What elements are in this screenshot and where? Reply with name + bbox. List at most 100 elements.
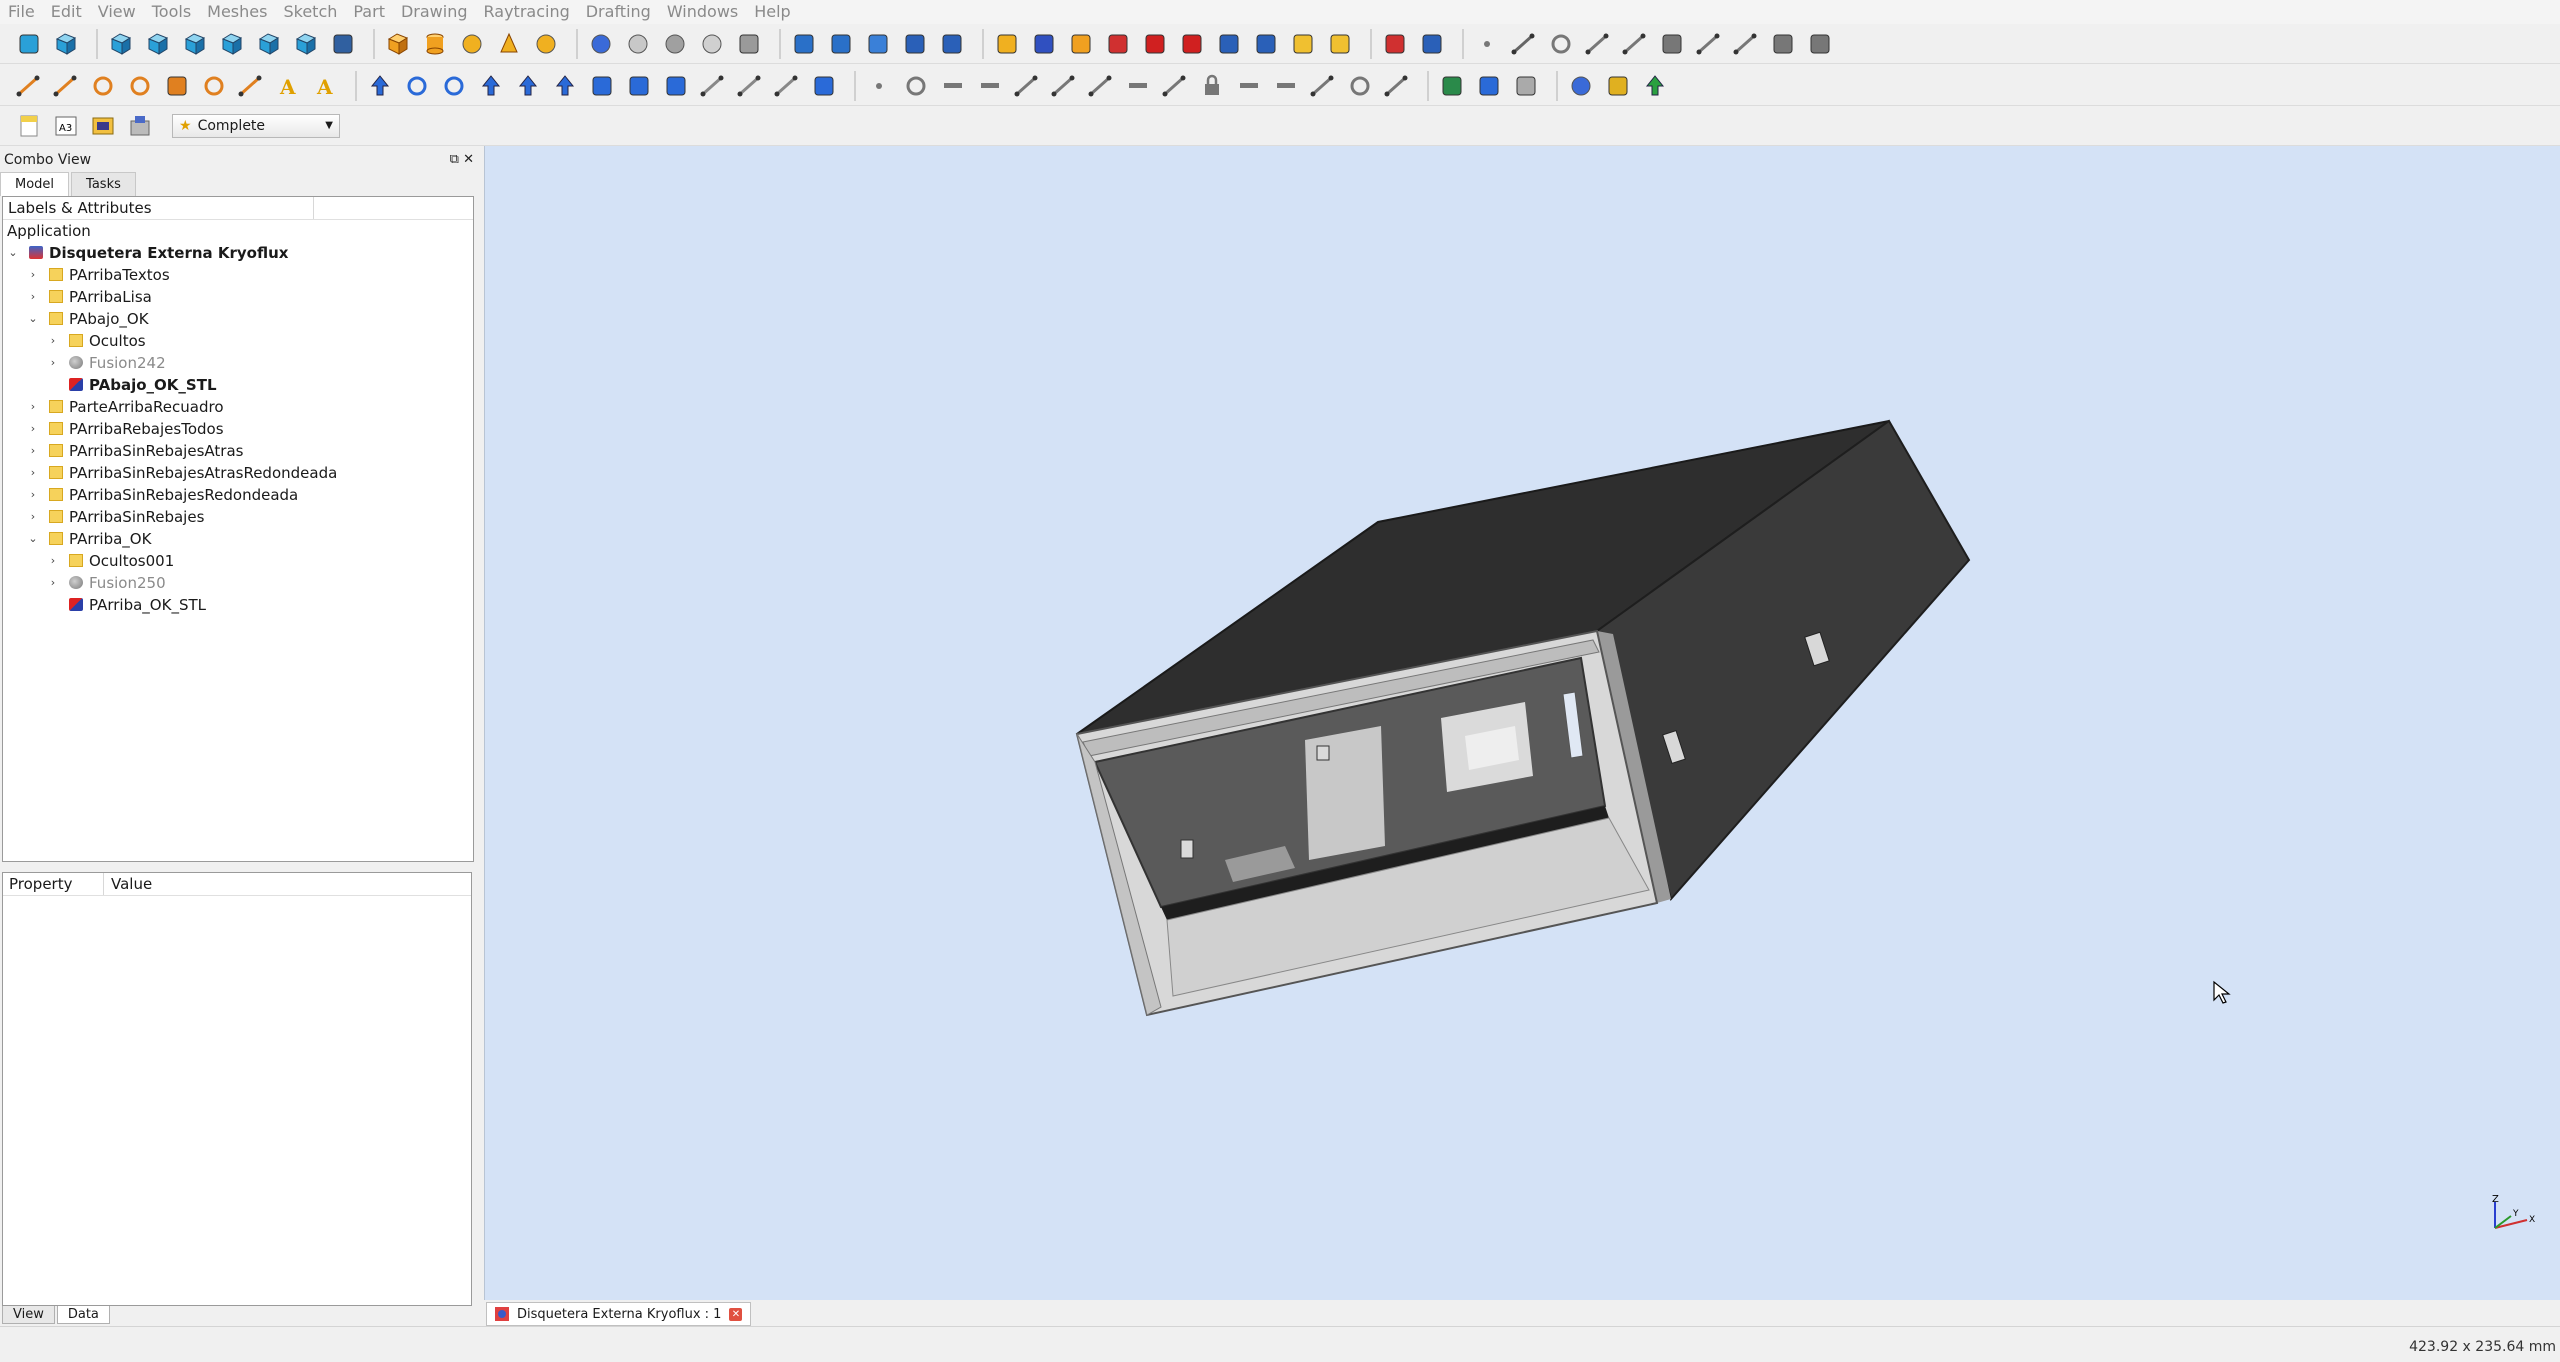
raytracing-povray-icon[interactable] — [1437, 71, 1467, 101]
draft-rectangle-icon[interactable] — [1657, 29, 1687, 59]
sketch-rectangle-icon[interactable] — [162, 71, 192, 101]
fillet-icon[interactable] — [900, 29, 930, 59]
constraint-parallel-icon[interactable] — [1012, 71, 1042, 101]
axonometric-view-icon[interactable] — [51, 29, 81, 59]
extrude-icon[interactable] — [789, 29, 819, 59]
constraint-distance-x-icon[interactable] — [1234, 71, 1264, 101]
mesh-from-shape-icon[interactable] — [992, 29, 1022, 59]
shape-builder-icon[interactable] — [734, 29, 764, 59]
draft-offset-icon[interactable] — [439, 71, 469, 101]
sketch-polyline-icon[interactable] — [51, 71, 81, 101]
draft-downgrade-icon[interactable] — [550, 71, 580, 101]
3d-viewport[interactable]: Z Y X — [484, 146, 2560, 1300]
tree-item[interactable]: › PArribaRebajesTodos — [3, 418, 473, 440]
menu-drawing[interactable]: Drawing — [393, 0, 476, 24]
draft-move-icon[interactable] — [365, 71, 395, 101]
tree-item[interactable]: › Fusion250 — [3, 572, 473, 594]
constraint-tangent-icon[interactable] — [901, 71, 931, 101]
part-cylinder-icon[interactable] — [420, 29, 450, 59]
cut-icon[interactable] — [623, 29, 653, 59]
draft-shape2d-icon[interactable] — [1805, 29, 1835, 59]
chevron-right-icon[interactable]: › — [47, 572, 59, 594]
chamfer-icon[interactable] — [937, 29, 967, 59]
fuse-icon[interactable] — [660, 29, 690, 59]
float-icon[interactable]: ⧉ — [450, 152, 459, 167]
chevron-right-icon[interactable]: › — [27, 264, 39, 286]
menu-meshes[interactable]: Meshes — [199, 0, 275, 24]
tree-item[interactable]: › Fusion242 — [3, 352, 473, 374]
draft-scale-icon[interactable] — [1768, 29, 1798, 59]
tab-data[interactable]: Data — [56, 1306, 110, 1324]
tree-item[interactable]: › Ocultos001 — [3, 550, 473, 572]
tree-item[interactable]: › PArribaSinRebajesAtras — [3, 440, 473, 462]
tree-item[interactable]: PArriba_OK_STL — [3, 594, 473, 616]
fit-all-icon[interactable] — [14, 29, 44, 59]
chevron-right-icon[interactable]: › — [27, 418, 39, 440]
constraint-horizontal-icon[interactable] — [975, 71, 1005, 101]
tree-item[interactable]: ⌄ PAbajo_OK — [3, 308, 473, 330]
constraint-distance-y-icon[interactable] — [1271, 71, 1301, 101]
menu-edit[interactable]: Edit — [43, 0, 90, 24]
draft-join-icon[interactable] — [735, 71, 765, 101]
menu-view[interactable]: View — [90, 0, 144, 24]
sketch-polygon-icon[interactable] — [199, 71, 229, 101]
left-view-icon[interactable] — [291, 29, 321, 59]
tab-tasks[interactable]: Tasks — [71, 172, 136, 196]
draft-wire-icon[interactable] — [1509, 29, 1539, 59]
constraint-lock-icon[interactable] — [1197, 71, 1227, 101]
draft-text-icon[interactable]: A — [273, 71, 303, 101]
raytracing-part-icon[interactable] — [1511, 71, 1541, 101]
menu-raytracing[interactable]: Raytracing — [476, 0, 578, 24]
chevron-down-icon[interactable]: ⌄ — [27, 528, 39, 550]
raytracing-luxrender-icon[interactable] — [1474, 71, 1504, 101]
tab-model[interactable]: Model — [0, 172, 70, 196]
draft-working-plane-icon[interactable] — [809, 71, 839, 101]
constraint-point-icon[interactable] — [864, 71, 894, 101]
mesh-repair-icon[interactable] — [1103, 29, 1133, 59]
draft-trim-icon[interactable] — [1731, 29, 1761, 59]
chevron-right-icon[interactable]: › — [27, 506, 39, 528]
new-document-icon[interactable] — [14, 111, 44, 141]
chevron-right-icon[interactable]: › — [47, 352, 59, 374]
upload-icon[interactable] — [1417, 29, 1447, 59]
sketch-bspline-icon[interactable] — [236, 71, 266, 101]
draft-point-icon[interactable] — [1472, 29, 1502, 59]
constraint-equal-icon[interactable] — [1123, 71, 1153, 101]
part-torus-icon[interactable] — [531, 29, 561, 59]
draft-split-icon[interactable] — [698, 71, 728, 101]
tree-item[interactable]: › PArribaLisa — [3, 286, 473, 308]
menu-file[interactable]: File — [0, 0, 43, 24]
front-view-icon[interactable] — [106, 29, 136, 59]
mesh-import-icon[interactable] — [1029, 29, 1059, 59]
top-view-icon[interactable] — [143, 29, 173, 59]
tree-item[interactable]: › Ocultos — [3, 330, 473, 352]
mesh-evaluate-icon[interactable] — [1214, 29, 1244, 59]
part-box-icon[interactable] — [383, 29, 413, 59]
sketch-circle-icon[interactable] — [88, 71, 118, 101]
chevron-right-icon[interactable]: › — [27, 396, 39, 418]
tree-item[interactable]: ⌄ PArriba_OK — [3, 528, 473, 550]
drawing-a3-icon[interactable]: A3 — [51, 111, 81, 141]
tab-view[interactable]: View — [2, 1306, 55, 1324]
constraint-symmetric-icon[interactable] — [1160, 71, 1190, 101]
workbench-selector[interactable]: ★ Complete ▼ — [172, 113, 340, 138]
menu-part[interactable]: Part — [345, 0, 393, 24]
close-icon[interactable]: ✕ — [463, 152, 474, 167]
menu-tools[interactable]: Tools — [144, 0, 199, 24]
menu-sketch[interactable]: Sketch — [275, 0, 345, 24]
tree-item[interactable]: › PArribaSinRebajes — [3, 506, 473, 528]
measure-distance-icon[interactable] — [328, 29, 358, 59]
chevron-right-icon[interactable]: › — [27, 462, 39, 484]
rear-view-icon[interactable] — [217, 29, 247, 59]
document-tab[interactable]: Disquetera Externa Kryoflux : 1 ✕ — [486, 1302, 752, 1326]
tree-item[interactable]: PAbajo_OK_STL — [3, 374, 473, 396]
right-view-icon[interactable] — [180, 29, 210, 59]
draft-rotate-icon[interactable] — [402, 71, 432, 101]
draft-stretch-icon[interactable] — [772, 71, 802, 101]
sketch-line-icon[interactable] — [14, 71, 44, 101]
tree-item[interactable]: › PArribaSinRebajesRedondeada — [3, 484, 473, 506]
draft-clone-icon[interactable] — [624, 71, 654, 101]
draft-shapestring-icon[interactable]: A — [310, 71, 340, 101]
draft-mirror-icon[interactable] — [476, 71, 506, 101]
draft-array-icon[interactable] — [587, 71, 617, 101]
